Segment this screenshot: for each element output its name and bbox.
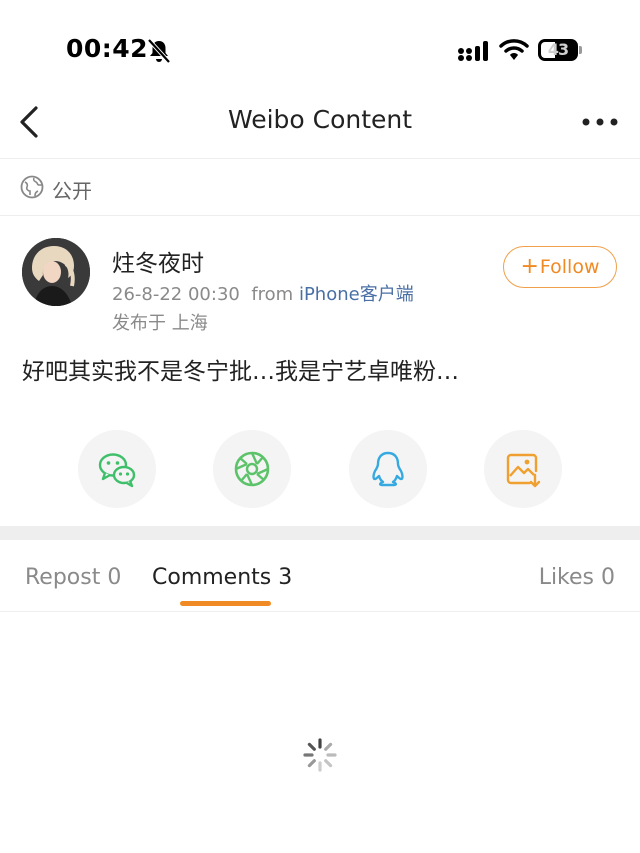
wifi-icon [499,39,529,60]
save-image-button[interactable] [484,430,562,508]
tab-likes[interactable]: Likes 0 [539,565,615,590]
post-source[interactable]: iPhone客户端 [299,284,414,305]
more-options-button[interactable] [578,106,622,138]
moments-icon [234,451,270,487]
battery-percent: 43 [547,40,569,59]
cellular-signal-icon [458,41,488,61]
tabs-divider [0,611,640,612]
share-wechat-button[interactable] [78,430,156,508]
section-separator [0,526,640,540]
nav-divider [0,158,640,159]
tab-repost[interactable]: Repost 0 [25,565,121,590]
share-qq-button[interactable] [349,430,427,508]
post-text: 好吧其实我不是冬宁批…我是宁艺卓唯粉… [22,359,459,385]
author-name[interactable]: 炷冬夜时 [112,244,204,278]
follow-button[interactable]: +Follow [503,246,617,288]
battery-cap [579,46,582,54]
follow-label: Follow [539,256,600,278]
source-prefix: from [251,284,294,305]
tab-active-indicator [180,601,271,606]
qq-icon [372,451,404,487]
post-location: 发布于 上海 [112,313,208,334]
visibility-label: 公开 [52,179,92,203]
tab-comments[interactable]: Comments 3 [152,565,292,590]
page-title: Weibo Content [227,105,413,134]
wechat-icon [98,453,136,488]
save-image-icon [506,453,541,488]
avatar[interactable] [22,238,90,306]
avatar-image [22,238,90,306]
visibility-divider [0,215,640,216]
post-meta: 26-8-22 00:30 from iPhone客户端 [112,280,414,306]
plus-icon: + [520,254,539,279]
globe-icon [20,175,44,199]
bell-muted-icon [147,38,171,64]
loading-spinner-icon [303,738,337,772]
status-time: 00:42 [66,34,149,63]
share-moments-button[interactable] [213,430,291,508]
post-date: 26-8-22 00:30 [112,284,240,305]
